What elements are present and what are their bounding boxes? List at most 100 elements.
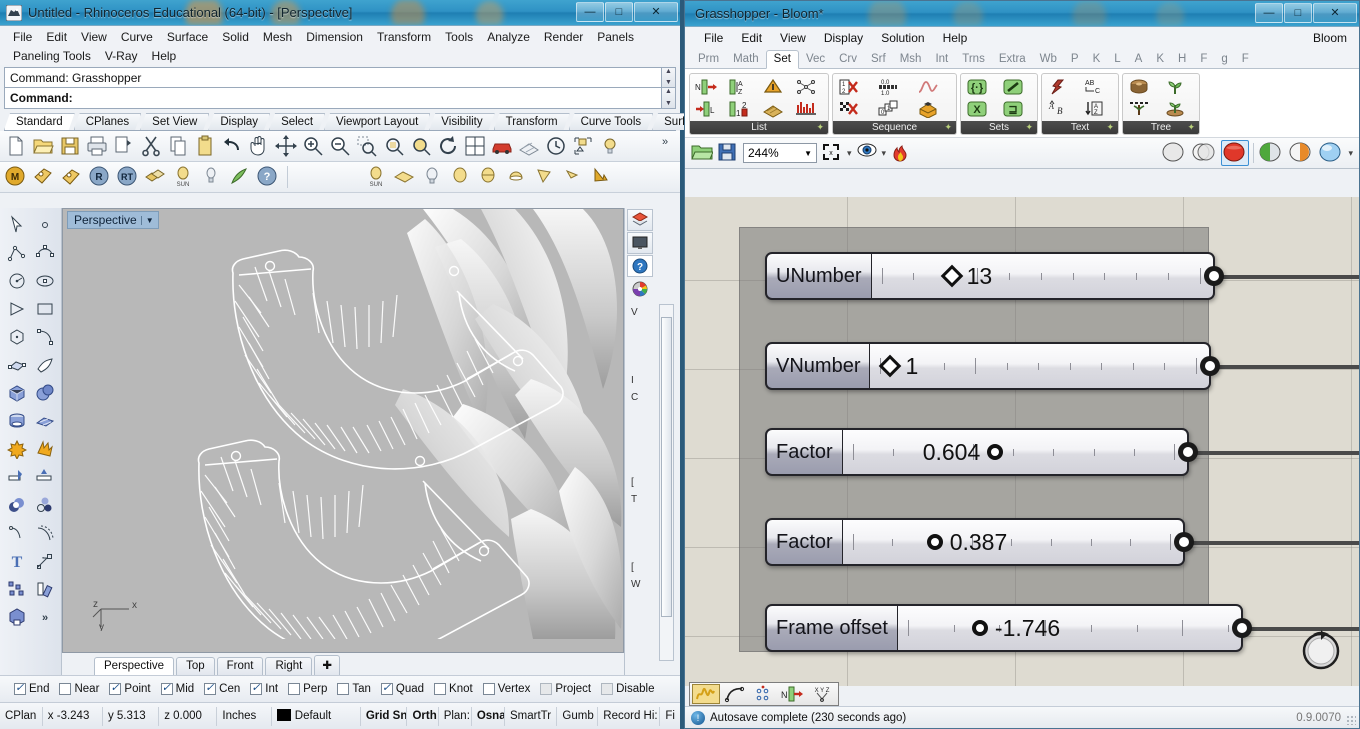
save-disk-icon[interactable] — [717, 142, 739, 164]
surface-sweep-icon[interactable] — [31, 352, 59, 378]
toolbar-tab-display[interactable]: Display — [208, 113, 270, 130]
light-bulb-icon[interactable] — [598, 134, 622, 158]
menu-edit[interactable]: Edit — [39, 28, 74, 46]
trim-icon[interactable] — [3, 464, 31, 490]
tree-graft-icon[interactable] — [1162, 98, 1188, 119]
tree-sprout-icon[interactable] — [1162, 76, 1188, 97]
gh-tab-srf[interactable]: Srf — [864, 51, 893, 68]
points-grid-icon[interactable] — [750, 684, 778, 704]
gh-tab-g[interactable]: g — [1214, 51, 1234, 68]
status-planar[interactable]: Plan: — [439, 706, 472, 726]
gh-tab-l[interactable]: L — [1107, 51, 1127, 68]
gh-menu-edit[interactable]: Edit — [732, 29, 771, 47]
tree-branch-icon[interactable] — [1126, 98, 1152, 119]
osnap-quad[interactable]: Quad — [380, 681, 424, 695]
slider-unumber-output-port[interactable] — [1204, 266, 1224, 286]
toolbar-tab-viewport-layout[interactable]: Viewport Layout — [324, 113, 430, 130]
gh-group-sets-pin-icon[interactable]: ✦ — [1025, 122, 1033, 133]
slider-factor-2-label[interactable]: Factor — [765, 518, 843, 566]
gh-document-name[interactable]: Bloom — [1313, 31, 1353, 45]
panel-tab-layers-icon[interactable] — [627, 209, 653, 231]
gh-tab-int[interactable]: Int — [928, 51, 955, 68]
osnap-tan[interactable]: Tan — [337, 683, 371, 695]
vray-rt-icon[interactable]: RT — [116, 165, 140, 189]
gh-tab-k[interactable]: K — [1086, 51, 1108, 68]
canvas-navigation-widget[interactable] — [1297, 624, 1345, 672]
rhino-minimize-button[interactable]: — — [576, 2, 604, 22]
gh-menu-file[interactable]: File — [695, 29, 732, 47]
list-item-icon[interactable]: N — [693, 76, 719, 97]
gh-tab-msh[interactable]: Msh — [893, 51, 929, 68]
viewport-tab-right[interactable]: Right — [265, 657, 313, 675]
directional-light-icon[interactable] — [561, 165, 585, 189]
series-icon[interactable]: 01 — [875, 98, 901, 119]
cull-index-icon[interactable]: 12 — [836, 76, 862, 97]
toolbar-tab-curve-tools[interactable]: Curve Tools — [569, 113, 654, 130]
zoom-out-icon[interactable] — [328, 134, 352, 158]
viewport-tab-top[interactable]: Top — [176, 657, 215, 675]
open-folder-icon[interactable] — [691, 142, 713, 164]
chevron-down-icon[interactable]: ▼ — [804, 149, 812, 158]
panel-tab-color-icon[interactable] — [627, 278, 653, 300]
osnap-knot[interactable]: Knot — [434, 683, 473, 695]
light-ellipse-icon[interactable] — [449, 165, 473, 189]
draw-fancy-wires-icon[interactable] — [1191, 141, 1217, 165]
gh-maximize-button[interactable]: □ — [1284, 3, 1312, 23]
preview-blue-sphere-icon[interactable] — [1318, 141, 1344, 165]
slider-factor-2[interactable]: Factor 0.387 — [765, 518, 1194, 566]
dome-light-icon[interactable] — [505, 165, 529, 189]
polyline-icon[interactable] — [3, 240, 31, 266]
vray-help-icon[interactable]: ? — [256, 165, 280, 189]
zoom-selected-icon[interactable] — [409, 134, 433, 158]
clock-icon[interactable] — [544, 134, 568, 158]
vray-m-icon[interactable]: M — [4, 165, 28, 189]
paste-icon[interactable] — [193, 134, 217, 158]
mesh-plane-icon[interactable] — [31, 408, 59, 434]
rectangle-icon[interactable] — [31, 296, 59, 322]
slider-factor-1-output-port[interactable] — [1178, 442, 1198, 462]
status-units[interactable]: Inches — [217, 706, 272, 726]
linear-light-icon[interactable] — [589, 165, 613, 189]
toolbar-tab-transform[interactable]: Transform — [494, 113, 570, 130]
status-ortho[interactable]: Orth — [407, 706, 439, 726]
box-icon[interactable] — [3, 380, 31, 406]
status-record-history[interactable]: Record Hi: — [598, 706, 661, 726]
point-light-2-icon[interactable] — [421, 165, 445, 189]
viewport-tab-front[interactable]: Front — [216, 657, 264, 675]
gh-tab-crv[interactable]: Crv — [832, 51, 864, 68]
resize-grip[interactable] — [1346, 715, 1356, 725]
zoom-extents-icon[interactable] — [382, 134, 406, 158]
gh-canvas[interactable]: UNumber 13 VNumber 1 Factor 0.604 Factor… — [685, 197, 1359, 686]
dimension-icon[interactable] — [31, 548, 59, 574]
gh-close-button[interactable]: ✕ — [1313, 3, 1357, 23]
slider-factor-1[interactable]: Factor 0.604 — [765, 428, 1198, 476]
slider-factor-2-knob[interactable] — [926, 534, 943, 550]
gh-menu-help[interactable]: Help — [934, 29, 977, 47]
set-difference-icon[interactable]: X — [964, 98, 990, 119]
preview-orange-sphere-icon[interactable] — [1288, 141, 1314, 165]
set-intersection-icon[interactable] — [1000, 76, 1026, 97]
panel-tab-display-icon[interactable] — [627, 232, 653, 254]
skylight-icon[interactable] — [393, 165, 417, 189]
undo-icon[interactable] — [220, 134, 244, 158]
gh-tab-k2[interactable]: K — [1149, 51, 1171, 68]
rhino-close-button[interactable]: ✕ — [634, 2, 678, 22]
weave-icon[interactable] — [760, 98, 786, 119]
gh-group-list-pin-icon[interactable]: ✦ — [816, 122, 824, 133]
triangle-polygon-icon[interactable] — [3, 296, 31, 322]
slider-unumber[interactable]: UNumber 13 — [765, 252, 1224, 300]
pan-hand-icon[interactable] — [247, 134, 271, 158]
ellipse-icon[interactable] — [31, 268, 59, 294]
menu-analyze[interactable]: Analyze — [480, 28, 537, 46]
rhino-maximize-button[interactable]: □ — [605, 2, 633, 22]
preview-green-sphere-icon[interactable] — [1258, 141, 1284, 165]
menu-dimension[interactable]: Dimension — [299, 28, 370, 46]
histogram-icon[interactable] — [793, 98, 819, 119]
four-view-icon[interactable] — [463, 134, 487, 158]
slider-factor-1-track[interactable]: 0.604 — [842, 428, 1198, 476]
gh-tab-trns[interactable]: Trns — [955, 51, 992, 68]
sun-icon[interactable]: SUN — [365, 165, 389, 189]
number-to-arrow-icon[interactable]: N — [779, 684, 807, 704]
cut-icon[interactable] — [139, 134, 163, 158]
sort-list-icon[interactable]: AZ — [726, 76, 752, 97]
